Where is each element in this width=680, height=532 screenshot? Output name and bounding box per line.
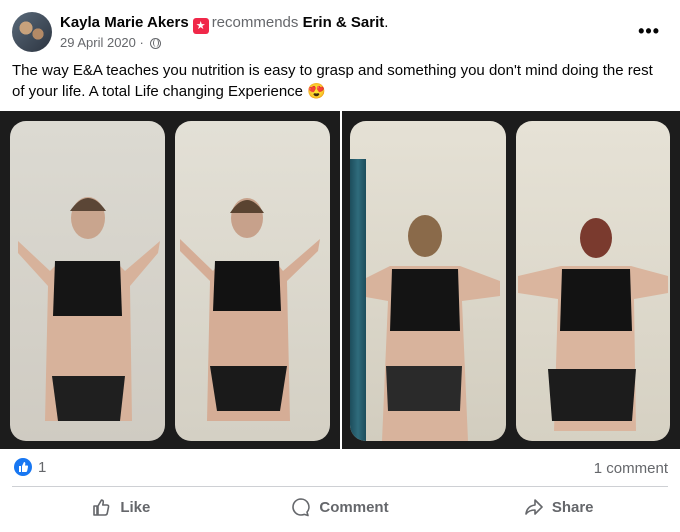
person-front-illustration [18,197,160,421]
comment-bubble-icon [292,498,311,517]
page-name[interactable]: Erin & Sarit [303,14,385,31]
post-headline: Kayla Marie Akers ★ recommends Erin & Sari… [60,13,388,34]
action-text: recommends [211,14,299,31]
recommend-star-icon: ★ [192,18,209,34]
photo-divider [340,111,342,449]
curtain [350,159,366,441]
more-options-icon[interactable]: ••• [638,21,660,42]
photo-before-back[interactable] [350,121,506,441]
reaction-count: 1 [38,459,47,476]
share-label: Share [551,498,594,516]
comment-button[interactable]: Comment [231,491,450,523]
author-name[interactable]: Kayla Marie Akers [60,14,189,31]
like-reaction-icon [14,458,32,476]
thumbs-up-icon [93,499,110,516]
comment-count[interactable]: 1 comment [594,460,668,477]
comment-label: Comment [319,498,389,516]
post-text: The way E&A teaches you nutrition is eas… [12,62,653,100]
photo-after-front[interactable] [175,121,330,441]
globe-icon [149,38,161,49]
post-meta: 29 April 2020 · [60,35,161,51]
post-header: Kayla Marie Akers ★ recommends Erin & Sari… [12,11,668,53]
photo-collage[interactable] [0,111,680,449]
share-button[interactable]: Share [449,491,668,523]
like-label: Like [120,498,151,516]
person-back-illustration [360,215,500,441]
person-back-illustration [518,218,668,431]
post-date[interactable]: 29 April 2020 [60,35,136,50]
meta-separator: · [139,35,144,50]
page-suffix: . [384,14,389,31]
like-button[interactable]: Like [12,491,231,523]
divider [12,486,668,487]
photo-before-front[interactable] [10,121,165,441]
share-arrow-icon [525,499,543,515]
post-card: Kayla Marie Akers ★ recommends Erin & Sari… [0,0,680,532]
action-bar: Like Comment Share [12,491,668,523]
photo-after-back[interactable] [516,121,670,441]
author-avatar[interactable] [12,12,52,52]
person-front-illustration [180,198,320,421]
